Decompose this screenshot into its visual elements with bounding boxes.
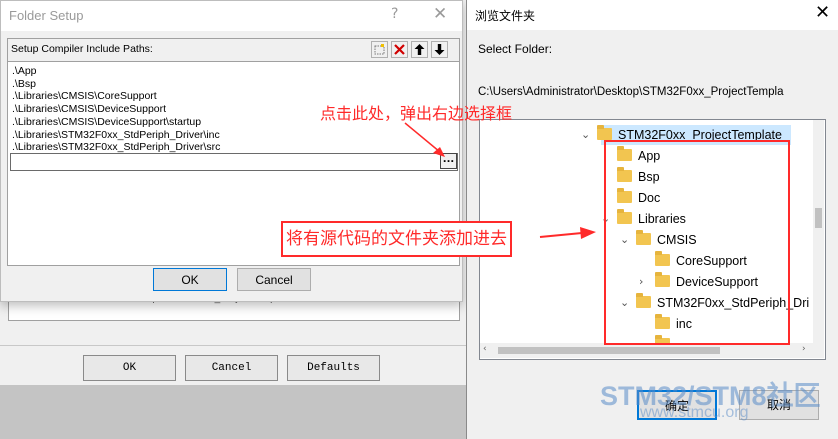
move-down-button[interactable] bbox=[431, 41, 448, 58]
delete-path-button[interactable] bbox=[391, 41, 408, 58]
close-icon[interactable]: ✕ bbox=[815, 2, 830, 23]
move-up-icon bbox=[414, 44, 425, 55]
vertical-scroll-thumb[interactable] bbox=[815, 208, 822, 228]
move-down-icon bbox=[434, 44, 445, 55]
horizontal-scrollbar[interactable]: ‹ › bbox=[480, 343, 824, 358]
include-paths-label: Setup Compiler Include Paths: bbox=[11, 43, 153, 55]
move-up-button[interactable] bbox=[411, 41, 428, 58]
folder-setup-title: Folder Setup bbox=[9, 8, 84, 23]
background-defaults-button[interactable]: Defaults bbox=[287, 355, 380, 381]
new-path-button[interactable] bbox=[371, 41, 388, 58]
vertical-scrollbar[interactable] bbox=[813, 120, 824, 343]
annotation-highlight-box bbox=[604, 140, 790, 345]
new-icon bbox=[374, 44, 385, 55]
cancel-button[interactable]: Cancel bbox=[237, 268, 311, 291]
path-item[interactable]: .\Bsp bbox=[12, 78, 452, 91]
background-ok-button[interactable]: OK bbox=[83, 355, 176, 381]
annotation-add-folders: 将有源代码的文件夹添加进去 bbox=[281, 221, 512, 257]
background-cancel-button[interactable]: Cancel bbox=[185, 355, 278, 381]
chevron-down-icon[interactable]: ⌄ bbox=[581, 128, 590, 141]
annotation-arrow-right bbox=[539, 227, 596, 239]
folder-setup-titlebar: Folder Setup ? ✕ bbox=[1, 1, 462, 31]
current-path-text: C:\Users\Administrator\Desktop\STM32F0xx… bbox=[478, 86, 784, 98]
folder-icon bbox=[597, 125, 612, 140]
delete-icon bbox=[394, 44, 405, 55]
path-item[interactable]: .\Libraries\STM32F0xx_StdPeriph_Driver\i… bbox=[12, 129, 452, 142]
browse-dialog-title: 浏览文件夹 bbox=[475, 9, 536, 23]
background-bottom-area bbox=[0, 385, 466, 439]
path-item[interactable]: .\App bbox=[12, 65, 452, 78]
browse-dialog-titlebar: 浏览文件夹 ✕ bbox=[467, 0, 838, 30]
path-edit-field[interactable] bbox=[10, 153, 458, 171]
help-icon[interactable]: ? bbox=[391, 6, 398, 22]
scroll-left-icon[interactable]: ‹ bbox=[483, 344, 487, 354]
horizontal-scroll-thumb[interactable] bbox=[498, 347, 720, 354]
watermark-url: www.stmcu.org bbox=[640, 404, 749, 421]
annotation-arrow-down bbox=[404, 122, 445, 157]
close-icon[interactable]: ✕ bbox=[433, 4, 447, 24]
scroll-right-icon[interactable]: › bbox=[802, 344, 806, 354]
include-paths-header: Setup Compiler Include Paths: bbox=[8, 39, 459, 62]
ok-button[interactable]: OK bbox=[153, 268, 227, 291]
select-folder-label: Select Folder: bbox=[478, 42, 553, 56]
